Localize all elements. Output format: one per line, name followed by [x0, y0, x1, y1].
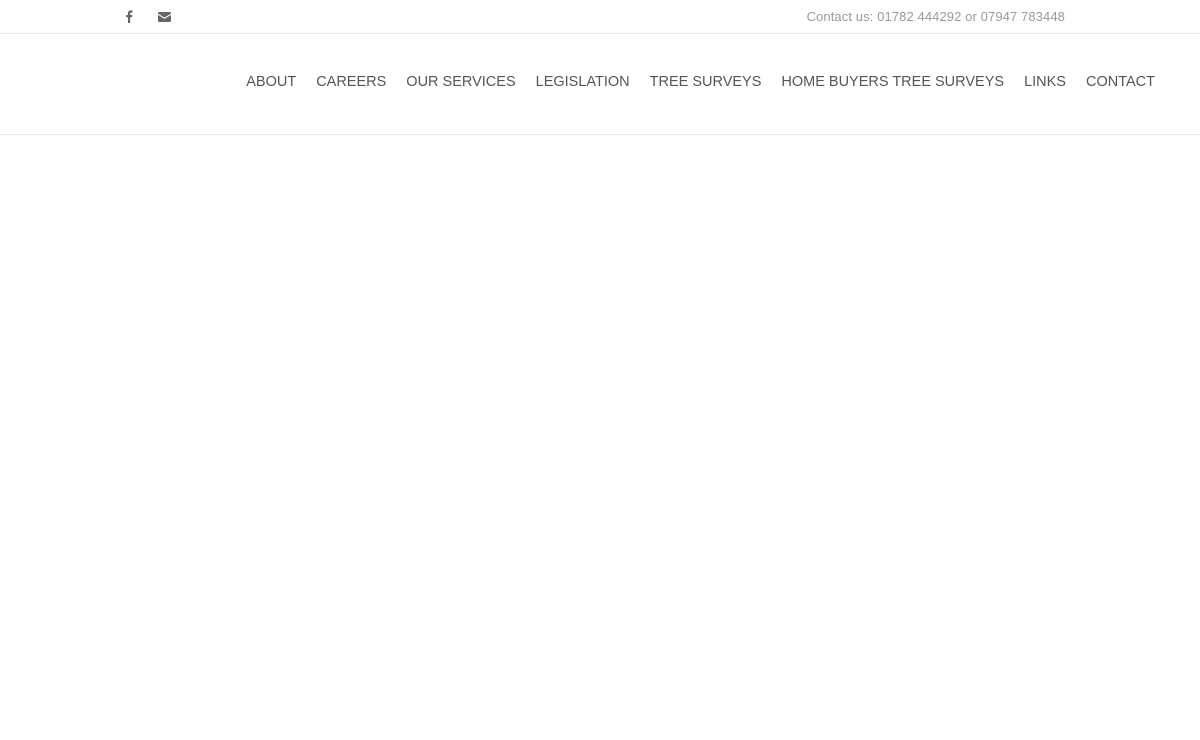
nav-item-tree-surveys[interactable]: TREE SURVEYS — [650, 74, 762, 90]
nav-item-contact[interactable]: CONTACT — [1086, 74, 1155, 90]
main-navigation: ABOUT CAREERS OUR SERVICES LEGISLATION T… — [246, 74, 1155, 90]
nav-item-careers[interactable]: CAREERS — [316, 74, 386, 90]
social-links — [118, 0, 188, 33]
envelope-icon — [157, 11, 171, 22]
nav-item-links[interactable]: LINKS — [1024, 74, 1066, 90]
contact-phone-text: Contact us: 01782 444292 or 07947 783448 — [806, 9, 1065, 24]
nav-item-home-buyers-tree-surveys[interactable]: HOME BUYERS TREE SURVEYS — [781, 74, 1004, 90]
nav-item-about[interactable]: ABOUT — [246, 74, 296, 90]
nav-item-legislation[interactable]: LEGISLATION — [536, 74, 630, 90]
top-bar: Contact us: 01782 444292 or 07947 783448 — [0, 0, 1200, 34]
nav-item-our-services[interactable]: OUR SERVICES — [406, 74, 515, 90]
email-link[interactable] — [153, 6, 175, 28]
facebook-icon — [125, 10, 133, 23]
page-content-area — [0, 135, 1200, 740]
site-header: ABOUT CAREERS OUR SERVICES LEGISLATION T… — [0, 34, 1200, 135]
facebook-link[interactable] — [118, 6, 140, 28]
